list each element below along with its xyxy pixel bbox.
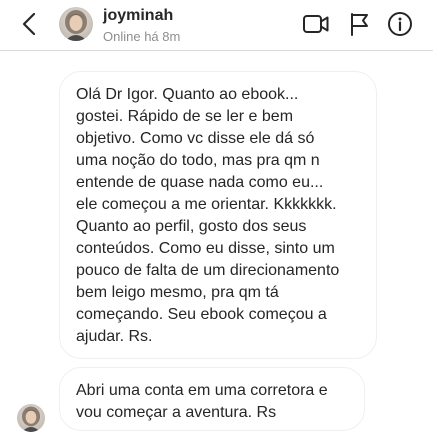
chat-header: joyminah Online há 8m — [0, 0, 433, 51]
info-button[interactable] — [386, 10, 414, 38]
back-button[interactable] — [16, 10, 42, 38]
chevron-left-icon — [22, 12, 36, 36]
video-call-button[interactable] — [302, 10, 330, 38]
flag-icon — [351, 13, 368, 36]
message-bubble[interactable]: Abri uma conta em uma corretora e vou co… — [59, 367, 365, 431]
info-icon — [388, 12, 412, 36]
message-bubble[interactable]: Olá Dr Igor. Quanto ao ebook... gostei. … — [59, 71, 377, 359]
report-button[interactable] — [345, 10, 373, 38]
sender-avatar[interactable] — [17, 404, 45, 432]
user-info[interactable]: joyminah Online há 8m — [103, 6, 180, 46]
direct-message-screen: joyminah Online há 8m Olá Dr Igor. Quant… — [0, 0, 433, 445]
avatar-photo-icon — [17, 404, 45, 432]
video-call-icon — [303, 15, 329, 33]
username: joyminah — [103, 7, 174, 24]
avatar[interactable] — [59, 7, 93, 41]
avatar-photo-icon — [59, 7, 93, 41]
online-status: Online há 8m — [103, 29, 181, 44]
